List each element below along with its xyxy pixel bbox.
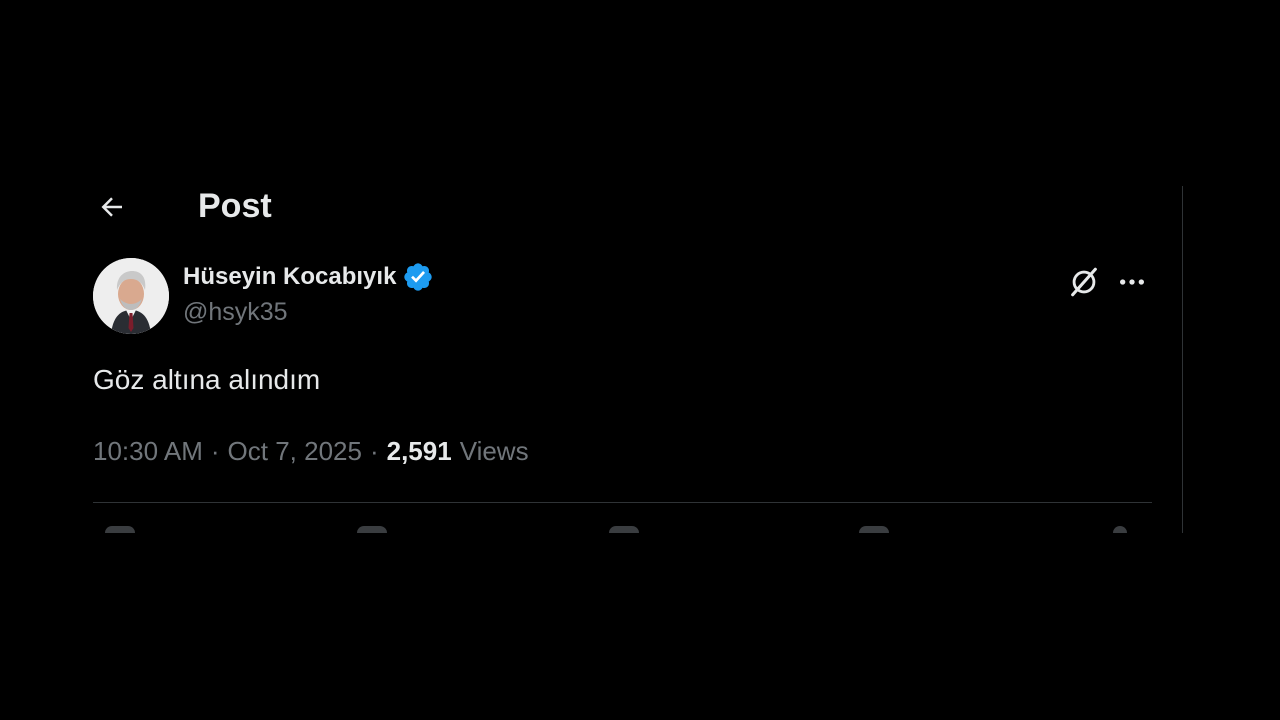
- divider: [93, 502, 1152, 503]
- repost-icon[interactable]: [357, 526, 387, 533]
- reply-icon[interactable]: [105, 526, 135, 533]
- meta-separator: ·: [210, 436, 220, 466]
- avatar-image: [93, 258, 169, 334]
- name-row: Hüseyin Kocabıyık: [183, 260, 434, 294]
- back-button[interactable]: [93, 188, 131, 226]
- share-icon[interactable]: [1113, 526, 1127, 533]
- screen: Post Hüseyin Kocabıyık @hsyk35 Göz altın…: [0, 0, 1280, 720]
- like-icon[interactable]: [609, 526, 639, 533]
- grok-icon: [1071, 267, 1097, 297]
- post-top-actions: [1064, 262, 1152, 302]
- views-count: 2,591: [386, 436, 452, 466]
- column-border: [1182, 186, 1183, 533]
- post-date[interactable]: Oct 7, 2025: [228, 436, 362, 467]
- arrow-left-icon: [101, 197, 122, 217]
- avatar[interactable]: [93, 258, 169, 334]
- display-name[interactable]: Hüseyin Kocabıyık: [183, 263, 396, 291]
- post-meta: 10:30 AM · Oct 7, 2025 · 2,591 Views: [93, 436, 529, 467]
- more-horizontal-icon: [1120, 279, 1144, 285]
- grok-button[interactable]: [1064, 262, 1104, 302]
- bookmark-icon[interactable]: [859, 526, 889, 533]
- views-label: Views: [459, 436, 529, 466]
- page-title: Post: [198, 187, 272, 225]
- more-button[interactable]: [1112, 262, 1152, 302]
- post-panel: Post Hüseyin Kocabıyık @hsyk35 Göz altın…: [0, 186, 1182, 533]
- action-bar: [93, 526, 1152, 533]
- post-time[interactable]: 10:30 AM: [93, 436, 203, 467]
- post-text: Göz altına alındım: [93, 364, 321, 395]
- user-handle[interactable]: @hsyk35: [183, 298, 434, 327]
- post-header: Post: [0, 186, 1182, 226]
- verified-badge-icon[interactable]: [402, 261, 434, 293]
- author-info: Hüseyin Kocabıyık @hsyk35: [183, 260, 434, 327]
- meta-separator: ·: [369, 436, 379, 466]
